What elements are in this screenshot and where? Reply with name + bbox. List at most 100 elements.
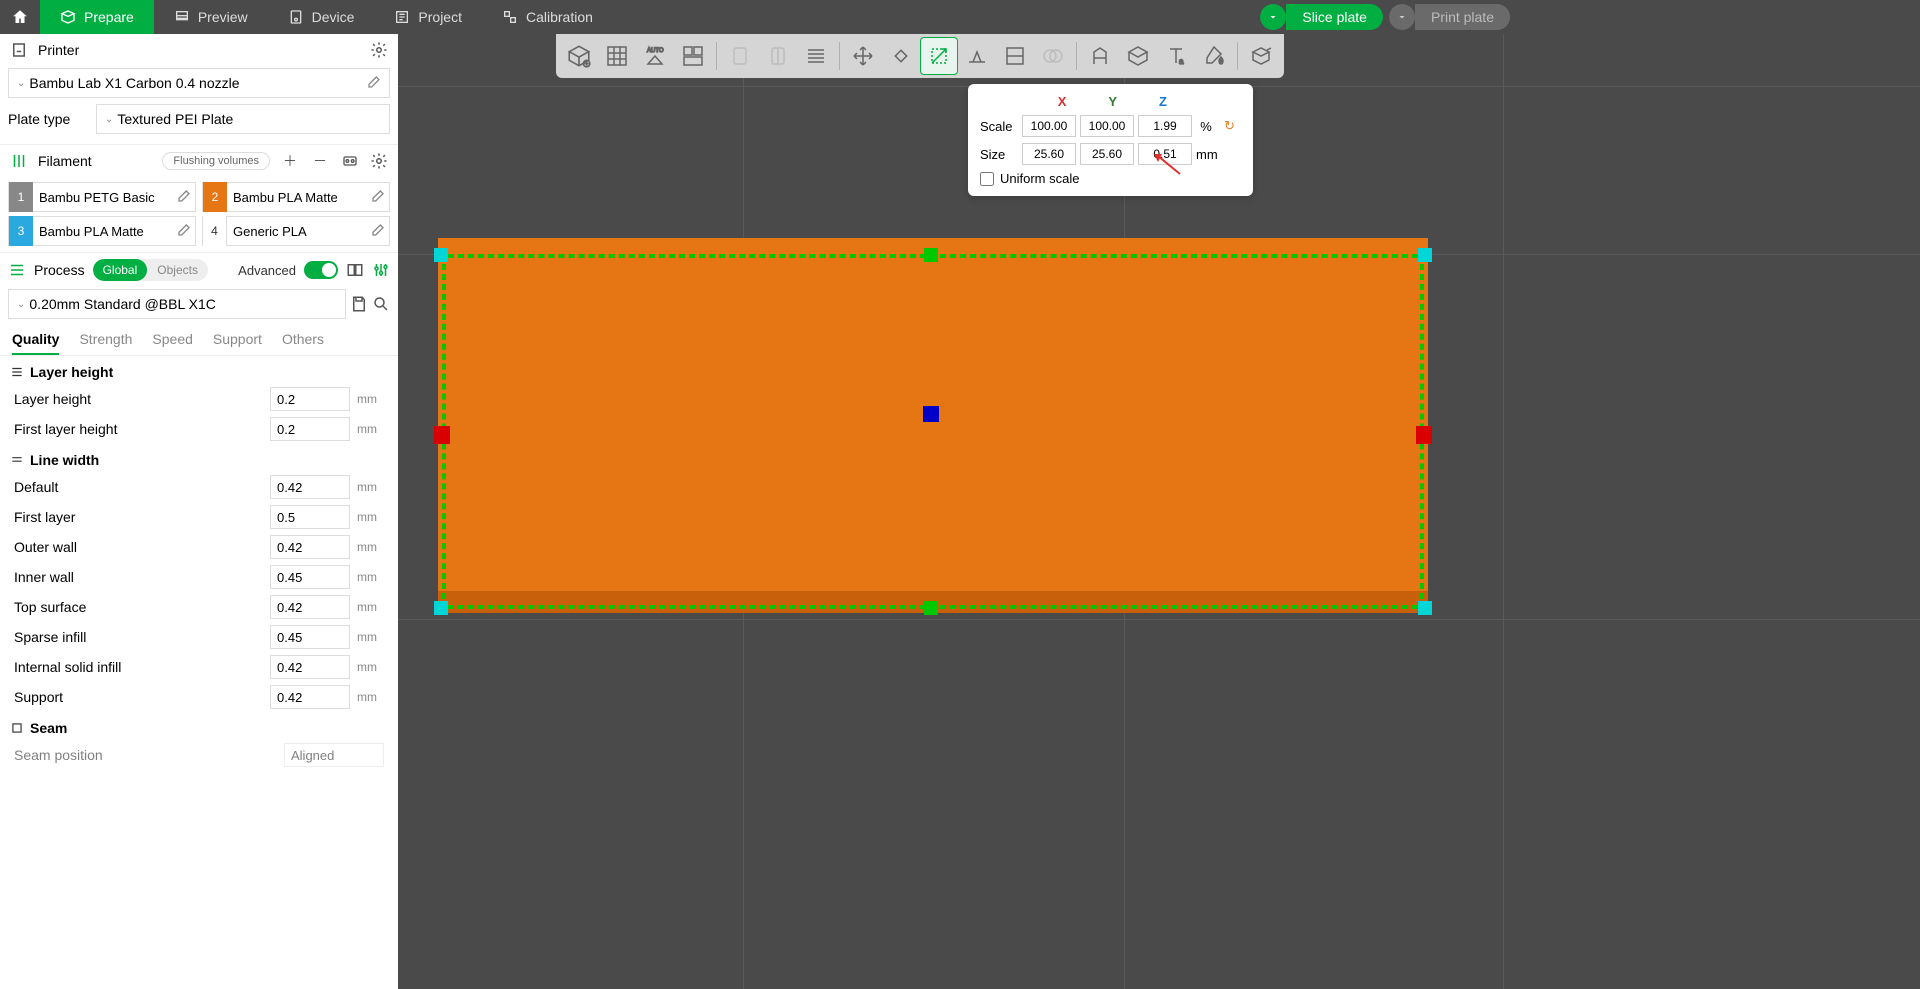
tab-project[interactable]: Project: [374, 0, 482, 34]
scale-y-input[interactable]: [1080, 115, 1134, 137]
default-lw-input[interactable]: [270, 475, 350, 499]
color-paint-icon[interactable]: [1195, 37, 1233, 75]
add-primitive-icon[interactable]: [560, 37, 598, 75]
tab-calibration[interactable]: Calibration: [482, 0, 613, 34]
top-surface-input[interactable]: [270, 595, 350, 619]
viewport-toolbar: AUTO a: [556, 34, 1284, 78]
process-profile-select[interactable]: ⌄ 0.20mm Standard @BBL X1C: [8, 289, 346, 319]
tab-speed[interactable]: Speed: [152, 325, 192, 355]
tab-prepare[interactable]: Prepare: [40, 0, 154, 34]
advanced-toggle[interactable]: [304, 261, 338, 279]
outer-wall-input[interactable]: [270, 535, 350, 559]
scale-x-input[interactable]: [1022, 115, 1076, 137]
scale-handle-corner[interactable]: [434, 601, 448, 615]
add-filament-icon[interactable]: ＋: [280, 151, 300, 171]
global-objects-toggle[interactable]: Global Objects: [93, 259, 208, 281]
split-parts-icon[interactable]: [759, 37, 797, 75]
filament-name: Bambu PLA Matte: [233, 190, 363, 205]
edit-filament-icon[interactable]: [369, 223, 385, 239]
model-object[interactable]: [438, 238, 1428, 613]
filament-swatch: 2: [203, 182, 227, 212]
viewport-3d[interactable]: AUTO a X Y Z Scale % ↻: [398, 34, 1920, 989]
scale-handle-corner[interactable]: [434, 248, 448, 262]
place-on-face-icon[interactable]: [958, 37, 996, 75]
print-dropdown-icon[interactable]: [1389, 4, 1415, 30]
scale-panel: X Y Z Scale % ↻ Size mm Uniform scale: [968, 84, 1253, 196]
cut-icon[interactable]: [996, 37, 1034, 75]
reset-scale-icon[interactable]: ↻: [1224, 118, 1235, 134]
ams-icon[interactable]: [340, 151, 360, 171]
filament-item-4[interactable]: 4 Generic PLA: [202, 216, 390, 246]
support-paint-icon[interactable]: [1081, 37, 1119, 75]
scale-handle-corner[interactable]: [1418, 248, 1432, 262]
size-x-input[interactable]: [1022, 143, 1076, 165]
uniform-scale-checkbox[interactable]: [980, 172, 994, 186]
filament-name: Bambu PLA Matte: [39, 224, 169, 239]
seam-paint-icon[interactable]: [1119, 37, 1157, 75]
tab-support[interactable]: Support: [213, 325, 262, 355]
move-icon[interactable]: [844, 37, 882, 75]
process-profile-value: 0.20mm Standard @BBL X1C: [29, 296, 215, 312]
filament-grid: 1 Bambu PETG Basic 2 Bambu PLA Matte 3 B…: [0, 176, 398, 252]
text-tool-icon[interactable]: a: [1157, 37, 1195, 75]
remove-filament-icon[interactable]: －: [310, 151, 330, 171]
split-objects-icon[interactable]: [721, 37, 759, 75]
internal-solid-input[interactable]: [270, 655, 350, 679]
tab-strength[interactable]: Strength: [79, 325, 132, 355]
tab-preview[interactable]: Preview: [154, 0, 268, 34]
scale-z-input[interactable]: [1138, 115, 1192, 137]
filament-name: Generic PLA: [233, 224, 363, 239]
first-layer-lw-input[interactable]: [270, 505, 350, 529]
edit-filament-icon[interactable]: [175, 223, 191, 239]
print-plate-button[interactable]: Print plate: [1389, 4, 1510, 30]
global-option[interactable]: Global: [93, 259, 148, 281]
settings-icon[interactable]: [372, 261, 390, 279]
scale-handle-y[interactable]: [924, 248, 938, 262]
slice-plate-button[interactable]: Slice plate: [1260, 4, 1383, 30]
variable-height-icon[interactable]: [797, 37, 835, 75]
settings-scroll[interactable]: Layer height Layer height mm First layer…: [0, 356, 398, 989]
objects-option[interactable]: Objects: [147, 259, 208, 281]
add-plate-icon[interactable]: [598, 37, 636, 75]
scale-handle-z[interactable]: [923, 406, 939, 422]
scale-handle-corner[interactable]: [1418, 601, 1432, 615]
edit-filament-icon[interactable]: [369, 189, 385, 205]
tab-device[interactable]: Device: [268, 0, 375, 34]
tab-others[interactable]: Others: [282, 325, 324, 355]
home-button[interactable]: [0, 0, 40, 34]
tab-quality[interactable]: Quality: [12, 325, 59, 355]
inner-wall-input[interactable]: [270, 565, 350, 589]
filament-name: Bambu PETG Basic: [39, 190, 169, 205]
compare-icon[interactable]: [346, 261, 364, 279]
first-layer-height-input[interactable]: [270, 417, 350, 441]
save-profile-icon[interactable]: [350, 295, 368, 313]
edit-printer-icon[interactable]: [365, 75, 381, 91]
rotate-icon[interactable]: [882, 37, 920, 75]
arrange-icon[interactable]: [674, 37, 712, 75]
plate-type-select[interactable]: ⌄ Textured PEI Plate: [96, 104, 390, 134]
scale-icon[interactable]: [920, 37, 958, 75]
chevron-down-icon: ⌄: [17, 78, 25, 89]
printer-select[interactable]: ⌄ Bambu Lab X1 Carbon 0.4 nozzle: [8, 68, 390, 98]
search-icon[interactable]: [372, 295, 390, 313]
filament-item-1[interactable]: 1 Bambu PETG Basic: [8, 182, 196, 212]
filament-item-3[interactable]: 3 Bambu PLA Matte: [8, 216, 196, 246]
filament-gear-icon[interactable]: [370, 152, 388, 170]
layer-height-input[interactable]: [270, 387, 350, 411]
support-lw-input[interactable]: [270, 685, 350, 709]
edit-filament-icon[interactable]: [175, 189, 191, 205]
flushing-volumes-button[interactable]: Flushing volumes: [162, 152, 270, 170]
slice-dropdown-icon[interactable]: [1260, 4, 1286, 30]
mesh-boolean-icon[interactable]: [1034, 37, 1072, 75]
seam-position-input[interactable]: [284, 743, 384, 767]
assembly-icon[interactable]: [1242, 37, 1280, 75]
scale-handle-x[interactable]: [434, 426, 450, 444]
scale-handle-y[interactable]: [924, 601, 938, 615]
scale-handle-x[interactable]: [1416, 426, 1432, 444]
auto-orient-icon[interactable]: AUTO: [636, 37, 674, 75]
filament-item-2[interactable]: 2 Bambu PLA Matte: [202, 182, 390, 212]
printer-gear-icon[interactable]: [370, 41, 388, 59]
print-plate-label: Print plate: [1415, 4, 1510, 30]
size-y-input[interactable]: [1080, 143, 1134, 165]
sparse-infill-input[interactable]: [270, 625, 350, 649]
